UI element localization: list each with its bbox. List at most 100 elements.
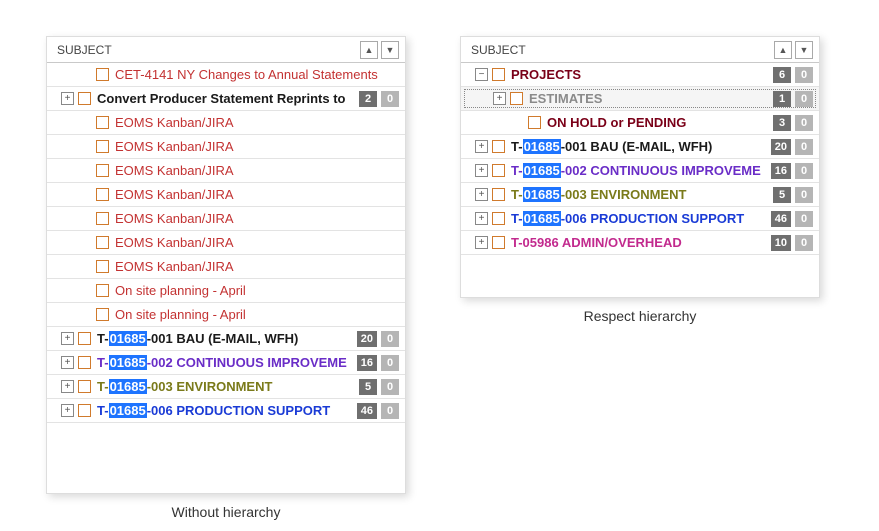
checkbox[interactable] [96,188,109,201]
checkbox[interactable] [96,284,109,297]
expand-placeholder [79,164,92,177]
tree-row[interactable]: EOMS Kanban/JIRA [47,255,405,279]
subject-text: T-01685-003 ENVIRONMENT [511,187,767,202]
column-header[interactable]: SUBJECT ▲ ▼ [461,37,819,63]
subject-text: T-01685-006 PRODUCTION SUPPORT [511,211,765,226]
column-menu-button[interactable]: ▼ [381,41,399,59]
tree-row[interactable]: + Convert Producer Statement Reprints to 2… [47,87,405,111]
checkbox[interactable] [96,236,109,249]
tree-row[interactable]: + T-01685-001 BAU (E-MAIL, WFH) 200 [47,327,405,351]
checkbox[interactable] [96,116,109,129]
expand-icon[interactable]: + [61,332,74,345]
checkbox[interactable] [492,140,505,153]
checkbox[interactable] [78,404,91,417]
checkbox[interactable] [96,260,109,273]
ticket-prefix: T- [511,163,523,178]
panel-respect-hierarchy: SUBJECT ▲ ▼ −PROJECTS60+ESTIMATES10ON HO… [460,36,820,298]
checkbox[interactable] [510,92,523,105]
ticket-suffix: -002 CONTINUOUS IMPROVEME [147,355,347,370]
tree-row[interactable]: + T-01685-006 PRODUCTION SUPPORT 460 [47,399,405,423]
tree-row[interactable]: EOMS Kanban/JIRA [47,135,405,159]
tree-row[interactable]: +T-01685-002 CONTINUOUS IMPROVEME160 [461,159,819,183]
count-badge-primary: 5 [773,187,791,203]
ticket-suffix: -006 PRODUCTION SUPPORT [561,211,744,226]
subject-text: EOMS Kanban/JIRA [115,187,399,202]
count-badge-secondary: 0 [795,211,813,227]
tree-row[interactable]: EOMS Kanban/JIRA [47,231,405,255]
tree-row[interactable]: On site planning - April [47,303,405,327]
expand-icon[interactable]: + [475,236,488,249]
expand-icon[interactable]: + [61,380,74,393]
checkbox[interactable] [96,140,109,153]
count-badge-primary: 20 [771,139,791,155]
subject-text: EOMS Kanban/JIRA [115,235,399,250]
checkbox[interactable] [96,212,109,225]
sort-asc-button[interactable]: ▲ [360,41,378,59]
tree-row[interactable]: On site planning - April [47,279,405,303]
expand-icon[interactable]: + [475,188,488,201]
checkbox[interactable] [492,164,505,177]
tree-row[interactable]: +T-01685-006 PRODUCTION SUPPORT460 [461,207,819,231]
expand-icon[interactable]: + [61,356,74,369]
count-badges: 200 [357,331,399,347]
tree-row[interactable]: EOMS Kanban/JIRA [47,183,405,207]
count-badges: 460 [357,403,399,419]
checkbox[interactable] [78,356,91,369]
column-menu-button[interactable]: ▼ [795,41,813,59]
tree-row[interactable]: +ESTIMATES10 [461,87,819,111]
expand-icon[interactable]: + [475,164,488,177]
checkbox[interactable] [96,308,109,321]
checkbox[interactable] [96,68,109,81]
checkbox[interactable] [492,236,505,249]
count-badges: 10 [773,91,813,107]
column-header[interactable]: SUBJECT ▲ ▼ [47,37,405,63]
subject-text: T-01685-006 PRODUCTION SUPPORT [97,403,351,418]
tree-row[interactable]: +T-01685-003 ENVIRONMENT50 [461,183,819,207]
subject-text: Convert Producer Statement Reprints to [97,91,353,106]
tree-row[interactable]: +T-01685-002 CONTINUOUS IMPROVEME160 [47,351,405,375]
count-badges: 160 [771,163,813,179]
caption-left: Without hierarchy [46,504,406,520]
subject-text: EOMS Kanban/JIRA [115,115,399,130]
search-highlight: 01685 [109,403,147,418]
expand-icon[interactable]: + [61,92,74,105]
sort-asc-button[interactable]: ▲ [774,41,792,59]
checkbox[interactable] [492,188,505,201]
checkbox[interactable] [78,92,91,105]
subject-text: T-01685-001 BAU (E-MAIL, WFH) [97,331,351,346]
checkbox[interactable] [528,116,541,129]
ticket-prefix: T- [97,331,109,346]
count-badge-secondary: 0 [381,91,399,107]
expand-placeholder [511,116,524,129]
subject-text: T-01685-002 CONTINUOUS IMPROVEME [97,355,351,370]
count-badge-secondary: 0 [381,403,399,419]
tree-row[interactable]: −PROJECTS60 [461,63,819,87]
collapse-icon[interactable]: − [475,68,488,81]
tree-row[interactable]: +T-05986 ADMIN/OVERHEAD100 [461,231,819,255]
tree-row[interactable]: EOMS Kanban/JIRA [47,111,405,135]
tree-row[interactable]: ON HOLD or PENDING30 [461,111,819,135]
subject-text: On site planning - April [115,307,399,322]
expand-icon[interactable]: + [475,140,488,153]
ticket-prefix: T- [97,403,109,418]
checkbox[interactable] [492,212,505,225]
checkbox[interactable] [78,332,91,345]
tree-row[interactable]: EOMS Kanban/JIRA [47,159,405,183]
subject-text: EOMS Kanban/JIRA [115,211,399,226]
tree-row[interactable]: EOMS Kanban/JIRA [47,207,405,231]
ticket-prefix: T- [97,355,109,370]
checkbox[interactable] [78,380,91,393]
tree-row[interactable]: +T-01685-003 ENVIRONMENT50 [47,375,405,399]
tree-row[interactable]: +T-01685-001 BAU (E-MAIL, WFH)200 [461,135,819,159]
count-badge-primary: 5 [359,379,377,395]
expand-icon[interactable]: + [475,212,488,225]
count-badges: 100 [771,235,813,251]
count-badge-secondary: 0 [795,163,813,179]
expand-placeholder [79,260,92,273]
expand-icon[interactable]: + [61,404,74,417]
tree-row[interactable]: CET-4141 NY Changes to Annual Statements [47,63,405,87]
checkbox[interactable] [96,164,109,177]
expand-icon[interactable]: + [493,92,506,105]
count-badges: 20 [359,91,399,107]
checkbox[interactable] [492,68,505,81]
